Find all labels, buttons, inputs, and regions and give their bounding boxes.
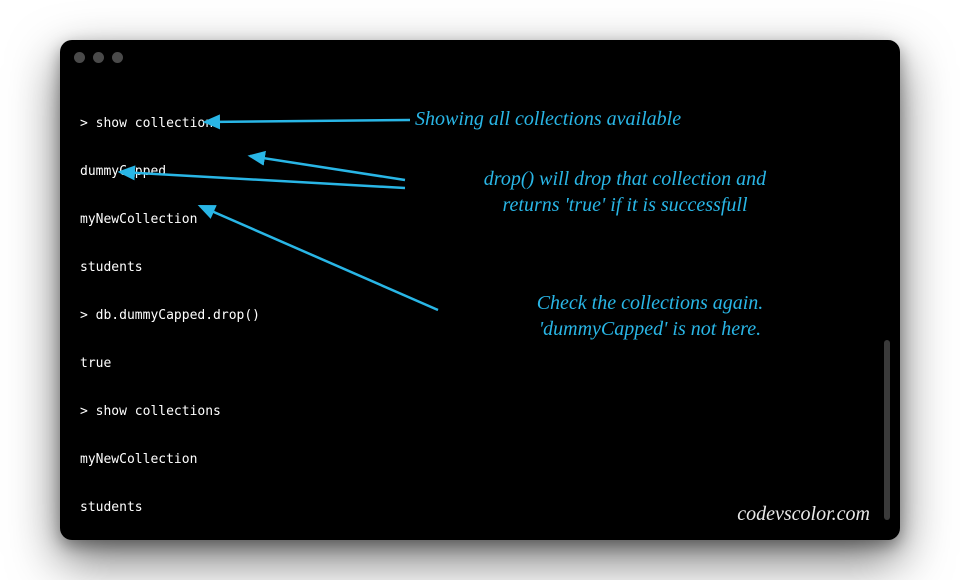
terminal-line: > db.dummyCapped.drop()	[80, 308, 880, 324]
window-titlebar	[60, 40, 900, 74]
terminal-line: dummyCapped	[80, 164, 880, 180]
terminal-line: true	[80, 356, 880, 372]
traffic-light-close[interactable]	[74, 52, 85, 63]
terminal-line: myNewCollection	[80, 452, 880, 468]
terminal-output[interactable]: > show collections dummyCapped myNewColl…	[80, 84, 880, 526]
stage: > show collections dummyCapped myNewColl…	[0, 0, 960, 580]
terminal-line: > show collections	[80, 404, 880, 420]
watermark: codevscolor.com	[737, 503, 870, 526]
terminal-line: students	[80, 260, 880, 276]
traffic-light-zoom[interactable]	[112, 52, 123, 63]
terminal-line: myNewCollection	[80, 212, 880, 228]
terminal-window: > show collections dummyCapped myNewColl…	[60, 40, 900, 540]
terminal-line: > show collections	[80, 116, 880, 132]
traffic-light-minimize[interactable]	[93, 52, 104, 63]
scrollbar-thumb[interactable]	[884, 340, 890, 520]
